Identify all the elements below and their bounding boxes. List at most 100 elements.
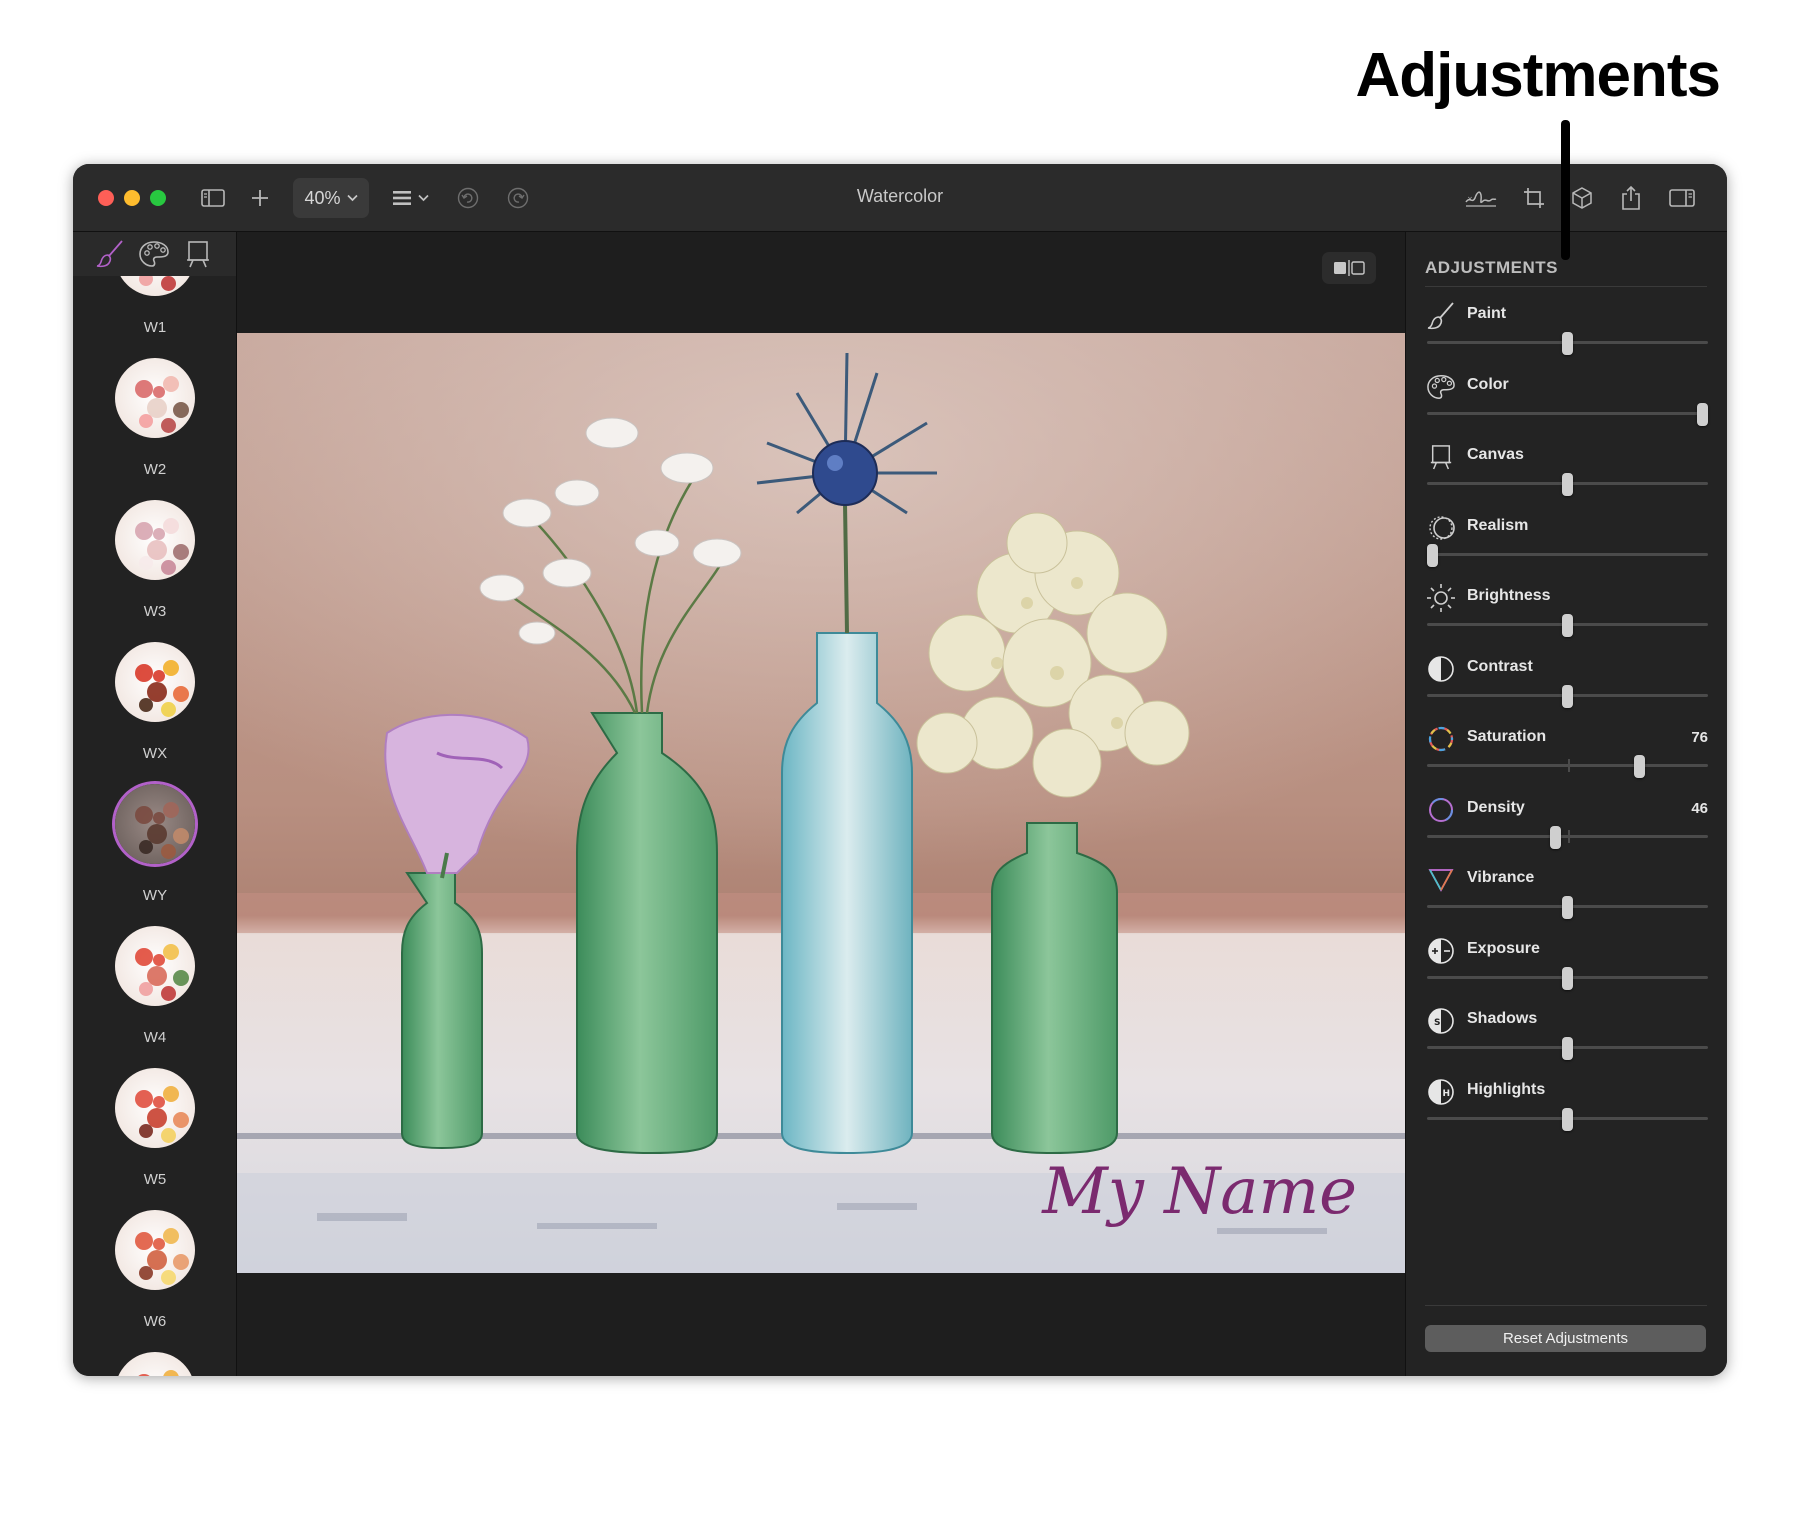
minimize-window-button[interactable]	[124, 190, 140, 206]
preset-item[interactable]: W3	[73, 500, 236, 640]
preset-item[interactable]: WX	[73, 642, 236, 782]
depth-button[interactable]	[1567, 178, 1597, 218]
sidebar-toggle-button[interactable]	[198, 178, 228, 218]
palette-icon	[139, 241, 169, 267]
preset-item[interactable]	[73, 1352, 236, 1376]
slider-knob[interactable]	[1561, 614, 1573, 637]
preset-label: WX	[142, 745, 168, 762]
slider-center-mark	[1567, 759, 1570, 772]
preset-label: WY	[142, 887, 168, 904]
preset-item[interactable]: WY	[73, 784, 236, 924]
zoom-level-value: 40%	[304, 187, 341, 208]
preset-label: W3	[143, 603, 167, 620]
adjustment-shadows: S Shadows	[1425, 999, 1708, 1069]
adjustment-label: Exposure	[1467, 939, 1540, 957]
chevron-down-icon	[346, 194, 358, 202]
preset-item[interactable]: W4	[73, 926, 236, 1066]
app-window: 40% Watercolor × W1 W2 W3 WX WY W4 W5 W6…	[73, 164, 1727, 1376]
adjustment-label: Vibrance	[1467, 869, 1535, 886]
slider-track[interactable]	[1427, 552, 1708, 556]
preset-thumbnail[interactable]	[115, 642, 195, 722]
adjustment-density: Density 46	[1425, 788, 1708, 858]
adjustments-divider	[1425, 286, 1707, 287]
redo-icon	[507, 187, 529, 209]
slider-knob[interactable]	[1561, 1037, 1573, 1060]
adjustment-label: Saturation	[1467, 728, 1547, 745]
preset-thumbnail[interactable]	[115, 1068, 195, 1148]
canvas-area: My Name	[237, 232, 1405, 1376]
slider-knob[interactable]	[1561, 896, 1573, 919]
adjustments-list: Paint Color Canvas Realism Brightness Contras…	[1406, 294, 1727, 1140]
palette-icon	[1425, 371, 1457, 403]
undo-icon	[457, 187, 479, 209]
slider-knob[interactable]	[1561, 1107, 1573, 1131]
slider-track[interactable]	[1427, 411, 1708, 415]
saturation-icon	[1425, 723, 1457, 755]
adjustment-value: 76	[1691, 729, 1708, 746]
tab-canvas[interactable]	[181, 237, 215, 271]
preset-label: W1	[143, 319, 167, 336]
adjustment-realism: Realism	[1425, 506, 1708, 576]
reset-adjustments-button[interactable]: Reset Adjustments	[1425, 1325, 1706, 1352]
adjustments-bottom-divider	[1425, 1305, 1707, 1306]
sun-icon	[1425, 582, 1457, 614]
presets-tab-bar	[73, 232, 236, 276]
preset-thumbnail[interactable]	[115, 1210, 195, 1290]
highlights-icon: H	[1425, 1076, 1457, 1108]
slider-knob[interactable]	[1561, 966, 1573, 990]
zoom-level-menu[interactable]: 40%	[293, 178, 369, 218]
preset-item[interactable]: W2	[73, 358, 236, 498]
slider-knob[interactable]	[1697, 402, 1708, 426]
adjustment-brightness: Brightness	[1425, 576, 1708, 646]
preset-label: W6	[143, 1313, 167, 1330]
adjustment-label: Brightness	[1467, 587, 1551, 604]
svg-text:S: S	[1434, 1018, 1440, 1028]
view-options-menu[interactable]	[388, 178, 432, 218]
tab-colors[interactable]	[137, 237, 171, 271]
adjustments-panel: ADJUSTMENTS Paint Color Canvas Realism Brigh…	[1405, 232, 1727, 1376]
adjustments-callout-title: Adjustments	[1355, 41, 1721, 110]
redo-button[interactable]	[503, 178, 533, 218]
adjustment-color: Color	[1425, 365, 1708, 435]
slider-knob[interactable]	[1427, 543, 1438, 567]
adjustment-label: Density	[1467, 798, 1525, 816]
add-button[interactable]	[245, 178, 275, 218]
split-view-icon	[1334, 260, 1365, 276]
density-icon	[1425, 794, 1457, 826]
slider-knob[interactable]	[1561, 473, 1573, 496]
preset-thumbnail[interactable]	[115, 358, 195, 438]
adjustment-canvas: Canvas	[1425, 435, 1708, 505]
preset-thumbnail[interactable]	[115, 500, 195, 580]
vibrance-icon	[1425, 864, 1457, 896]
compare-toggle-button[interactable]	[1322, 252, 1376, 284]
signature-icon: ×	[1465, 191, 1497, 207]
watercolor-artwork[interactable]: My Name	[237, 333, 1405, 1273]
preset-item[interactable]: W5	[73, 1068, 236, 1208]
shadows-icon: S	[1425, 1005, 1457, 1037]
tab-styles[interactable]	[93, 237, 127, 271]
inspector-icon	[1669, 189, 1695, 207]
preset-thumbnail[interactable]	[115, 784, 195, 864]
adjustment-value: 46	[1691, 799, 1708, 817]
easel-icon	[187, 241, 209, 268]
brush-icon	[96, 240, 123, 268]
preset-thumbnail[interactable]	[115, 1352, 195, 1376]
close-window-button[interactable]	[98, 190, 114, 206]
preset-label: W4	[143, 1029, 167, 1046]
slider-knob[interactable]	[1550, 825, 1562, 849]
preset-thumbnail[interactable]	[115, 926, 195, 1006]
share-button[interactable]	[1616, 178, 1646, 218]
zoom-window-button[interactable]	[150, 190, 166, 206]
preset-item[interactable]: W6	[73, 1210, 236, 1350]
crop-button[interactable]	[1519, 178, 1549, 218]
signature-button[interactable]: ×	[1463, 178, 1499, 218]
slider-knob[interactable]	[1561, 684, 1573, 708]
undo-button[interactable]	[453, 178, 483, 218]
svg-text:×: ×	[1467, 195, 1473, 203]
slider-knob[interactable]	[1634, 755, 1646, 778]
adjustment-highlights: H Highlights	[1425, 1070, 1708, 1140]
slider-knob[interactable]	[1561, 332, 1573, 355]
contrast-icon	[1425, 653, 1457, 685]
inspector-toggle-button[interactable]	[1666, 178, 1698, 218]
callout-pointer-line	[1561, 120, 1570, 260]
